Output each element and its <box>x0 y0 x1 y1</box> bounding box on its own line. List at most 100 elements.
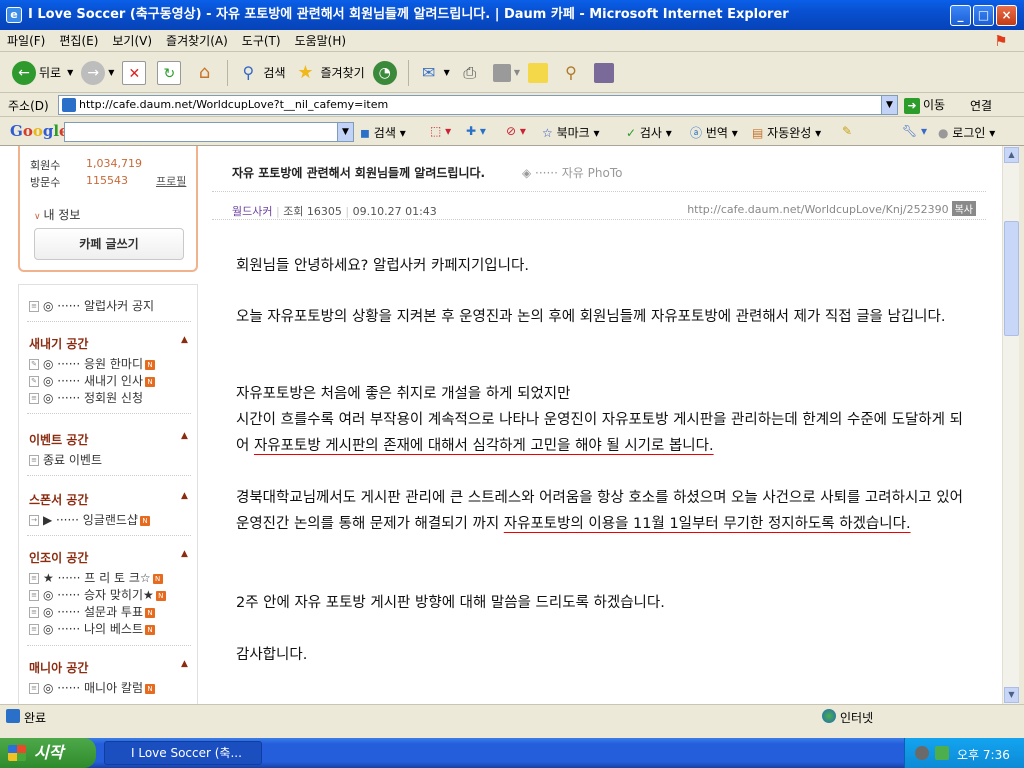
ie-icon: e <box>6 7 22 23</box>
menu-item-notice[interactable]: ≡ ◎ ······ 알럽사커 공지 <box>29 297 154 314</box>
my-info-toggle[interactable]: ∨ 내 정보 <box>34 206 80 223</box>
history-icon: ◔ <box>372 60 397 85</box>
autofill-icon: ▤ <box>752 126 768 140</box>
copy-url-button[interactable]: 복사 <box>951 201 976 216</box>
edit-dropdown-icon[interactable]: ▼ <box>514 68 520 77</box>
mail-button[interactable]: ✉ ▼ <box>413 57 454 89</box>
address-input[interactable]: http://cafe.daum.net/WorldcupLove?t__nil… <box>58 95 898 115</box>
menu-item-label: ▶ ······ 잉글랜드샵 <box>43 513 138 527</box>
stop-button[interactable]: ✕ <box>118 57 153 89</box>
google-plus-button[interactable]: ✚ ▾ <box>466 124 486 138</box>
section-mania[interactable]: 매니아 공간 ▲ <box>29 659 188 676</box>
section-sponsor[interactable]: 스폰서 공간 ▲ <box>29 491 188 508</box>
google-bookmark-button[interactable]: ☆ 북마크 ▾ <box>542 124 600 141</box>
favorites-button[interactable]: ★ 즐겨찾기 <box>290 57 369 89</box>
google-logo[interactable]: Google <box>10 122 69 140</box>
menu-item-england-shop[interactable]: → ▶ ······ 잉글랜드샵 N <box>29 511 150 528</box>
go-button[interactable]: ➜ 이동 <box>904 96 945 114</box>
google-login-button[interactable]: ● 로그인 ▾ <box>938 124 995 141</box>
menu-item-free-talk[interactable]: ≡ ★ ······ 프 리 토 크☆ N <box>29 569 163 586</box>
google-check-button[interactable]: ✓ 검사 ▾ <box>626 124 672 141</box>
media-button[interactable] <box>590 57 621 89</box>
menu-divider <box>27 645 191 646</box>
menu-help[interactable]: 도움말(H) <box>288 30 354 52</box>
edit-button[interactable]: ▼ <box>489 57 524 89</box>
menu-item-regular[interactable]: ≡ ◎ ······ 정회원 신청 <box>29 389 143 406</box>
menu-item-ended-event[interactable]: ≡ 종료 이벤트 <box>29 451 102 468</box>
collapse-caret-icon[interactable]: ▲ <box>181 335 188 345</box>
scroll-down-icon[interactable]: ▼ <box>1004 687 1019 703</box>
search-icon: ⚲ <box>242 62 255 82</box>
menu-file[interactable]: 파일(F) <box>0 30 52 52</box>
back-button[interactable]: ← 뒤로 ▼ <box>8 57 77 89</box>
links-button[interactable]: 연결 <box>970 97 992 114</box>
section-enjoy[interactable]: 인조이 공간 ▲ <box>29 549 188 566</box>
forward-button[interactable]: → ▼ <box>77 57 118 89</box>
google-dropdown-icon[interactable]: ▼ <box>337 123 353 141</box>
vertical-scrollbar[interactable]: ▲ ▼ <box>1002 146 1019 704</box>
google-autocomplete-button[interactable]: ▤ 자동완성 ▾ <box>752 124 821 141</box>
scroll-thumb[interactable] <box>1004 221 1019 336</box>
menu-item-poll[interactable]: ≡ ◎ ······ 설문과 투표 N <box>29 603 156 620</box>
refresh-icon: ↻ <box>157 60 182 85</box>
highlighter-icon[interactable]: ✎ <box>842 124 852 138</box>
scroll-up-icon[interactable]: ▲ <box>1004 147 1019 163</box>
google-search-input[interactable]: ▼ <box>64 122 354 142</box>
google-news-button[interactable]: ⬚ ▾ <box>430 124 451 138</box>
v3-antivirus-icon[interactable] <box>935 746 949 760</box>
mail-dropdown-icon[interactable]: ▼ <box>444 68 450 77</box>
menu-divider <box>27 535 191 536</box>
address-dropdown-icon[interactable]: ▼ <box>881 96 897 114</box>
address-url: http://cafe.daum.net/WorldcupLove?t__nil… <box>79 98 389 111</box>
google-translate-button[interactable]: ⓐ 번역 ▾ <box>690 124 738 141</box>
close-button[interactable]: × <box>996 5 1017 26</box>
menu-item-label: ◎ ······ 응원 한마디 <box>43 357 144 371</box>
taskbar-ie-window[interactable]: I Love Soccer (축... <box>104 741 262 765</box>
notes-button[interactable] <box>524 57 555 89</box>
profile-link[interactable]: 프로필 <box>156 173 186 189</box>
volume-icon[interactable] <box>915 746 929 760</box>
section-event[interactable]: 이벤트 공간 ▲ <box>29 431 188 448</box>
post-date: 09.10.27 01:43 <box>352 205 437 218</box>
menu-tools[interactable]: 도구(T) <box>235 30 288 52</box>
menu-item-column[interactable]: ≡ ◎ ······ 매니아 칼럼 N <box>29 679 156 696</box>
back-dropdown-icon[interactable]: ▼ <box>67 68 73 77</box>
new-badge-icon: N <box>145 359 156 370</box>
menu-item-greeting[interactable]: ✎ ◎ ······ 새내기 인사 N <box>29 372 156 389</box>
cafe-write-button[interactable]: 카페 글쓰기 <box>34 228 184 260</box>
maximize-button[interactable]: □ <box>973 5 994 26</box>
menu-item-my-best[interactable]: ≡ ◎ ······ 나의 베스트 N <box>29 620 156 637</box>
home-button[interactable]: ⌂ <box>188 57 223 89</box>
research-button[interactable]: ⚲ <box>555 57 590 89</box>
print-button[interactable]: ⎙ <box>454 57 489 89</box>
cafe-menu: ≡ ◎ ······ 알럽사커 공지 새내기 공간 ▲ ✎ ◎ ······ 응원 한… <box>18 284 198 704</box>
menu-favorites[interactable]: 즐겨찾기(A) <box>159 30 235 52</box>
window-title-bar[interactable]: I Love Soccer (축구동영상) - 자유 포토방에 관련해서 회원님… <box>0 0 1024 30</box>
collapse-caret-icon[interactable]: ▲ <box>181 491 188 501</box>
forward-dropdown-icon[interactable]: ▼ <box>108 68 114 77</box>
post-category[interactable]: ◈ ······ 자유 PhoTo <box>522 164 622 181</box>
refresh-button[interactable]: ↻ <box>153 57 188 89</box>
section-newbie[interactable]: 새내기 공간 ▲ <box>29 335 188 352</box>
new-badge-icon: N <box>145 607 156 618</box>
stop-icon: ✕ <box>122 60 147 85</box>
clock[interactable]: 오후 7:36 <box>957 746 1010 763</box>
collapse-caret-icon[interactable]: ▲ <box>181 659 188 669</box>
new-badge-icon: N <box>155 590 166 601</box>
post-author[interactable]: 월드사커 <box>232 205 272 218</box>
google-search-button[interactable]: ◼ 검색 ▾ <box>360 124 406 141</box>
menu-view[interactable]: 보기(V) <box>105 30 159 52</box>
search-button[interactable]: ⚲ 검색 <box>232 57 289 89</box>
minimize-button[interactable]: _ <box>950 5 971 26</box>
history-button[interactable]: ◔ <box>369 57 404 89</box>
menu-item-label: ◎ ······ 설문과 투표 <box>43 605 144 619</box>
menu-item-predict[interactable]: ≡ ◎ ······ 승자 맞히기★ N <box>29 586 166 603</box>
menu-edit[interactable]: 편집(E) <box>52 30 105 52</box>
google-popup-button[interactable]: ⊘ ▾ <box>506 124 526 138</box>
collapse-caret-icon[interactable]: ▲ <box>181 549 188 559</box>
collapse-caret-icon[interactable]: ▲ <box>181 431 188 441</box>
wrench-icon[interactable]: 🔧︎ ▾ <box>902 124 927 138</box>
menu-item-cheer[interactable]: ✎ ◎ ······ 응원 한마디 N <box>29 355 156 372</box>
back-arrow-icon: ← <box>12 60 36 85</box>
menu-item-label: ◎ ······ 새내기 인사 <box>43 374 144 388</box>
